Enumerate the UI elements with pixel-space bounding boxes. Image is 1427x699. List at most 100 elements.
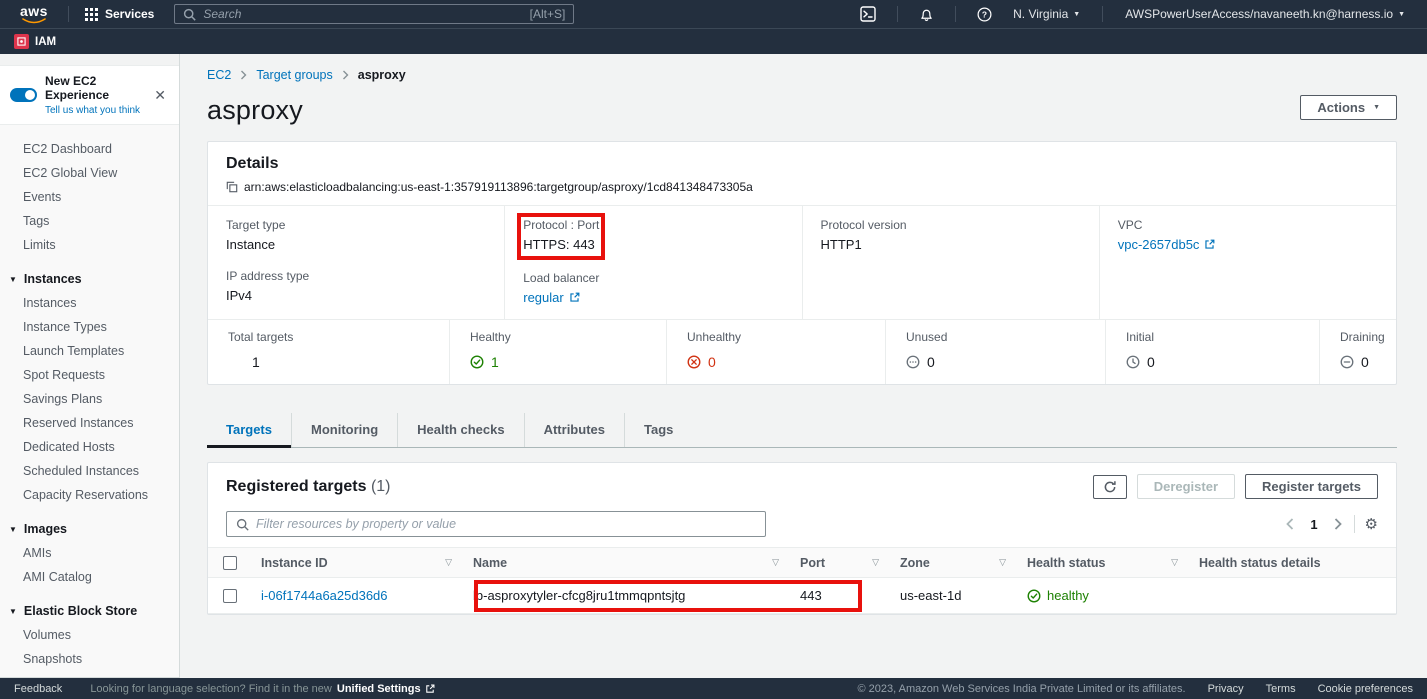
details-panel: Details arn:aws:elasticloadbalancing:us-… — [207, 141, 1397, 385]
toggle-knob — [25, 90, 35, 100]
favorite-iam-shortcut[interactable]: IAM — [14, 34, 56, 49]
sort-icon: ▽ — [999, 557, 1006, 568]
breadcrumb-separator-icon — [342, 70, 349, 80]
services-menu-button[interactable]: Services — [79, 7, 160, 21]
breadcrumb-target-groups[interactable]: Target groups — [256, 68, 332, 82]
sidebar-item-events[interactable]: Events — [0, 185, 179, 209]
sidebar-item-ami-catalog[interactable]: AMI Catalog — [0, 565, 179, 589]
next-page-button[interactable] — [1332, 516, 1344, 532]
region-label: N. Virginia — [1013, 7, 1068, 21]
chevron-left-icon — [1286, 518, 1294, 530]
sidebar-item-tags[interactable]: Tags — [0, 209, 179, 233]
field-load-balancer: Load balancer regular — [523, 271, 783, 305]
notifications-button[interactable] — [910, 7, 943, 22]
sidebar-item-savings-plans[interactable]: Savings Plans — [0, 387, 179, 411]
privacy-link[interactable]: Privacy — [1208, 683, 1244, 695]
close-icon[interactable]: ✕ — [151, 87, 169, 104]
sidebar-item-limits[interactable]: Limits — [0, 233, 179, 257]
account-menu[interactable]: AWSPowerUserAccess/navaneeth.kn@harness.… — [1115, 7, 1415, 21]
terms-link[interactable]: Terms — [1266, 683, 1296, 695]
column-header-zone[interactable]: Zone▽ — [891, 556, 1018, 570]
sidebar-section-images[interactable]: ▼ Images — [0, 517, 179, 541]
column-header-name[interactable]: Name▽ — [464, 556, 791, 570]
services-label: Services — [105, 7, 154, 21]
sidebar-section-elastic-block-store[interactable]: ▼ Elastic Block Store — [0, 599, 179, 623]
sidebar-section-instances[interactable]: ▼ Instances — [0, 267, 179, 291]
tell-us-link[interactable]: Tell us what you think — [45, 105, 140, 116]
metric-initial: Initial 0 — [1105, 320, 1319, 384]
tab-tags[interactable]: Tags — [624, 413, 692, 447]
register-targets-button[interactable]: Register targets — [1245, 474, 1378, 499]
divider — [68, 6, 69, 22]
region-selector[interactable]: N. Virginia ▼ — [1003, 7, 1090, 21]
target-name-cell: lb-asproxytyler-cfcg8jru1tmmqpntsjtg — [464, 588, 791, 603]
feedback-link[interactable]: Feedback — [14, 683, 62, 695]
tab-health-checks[interactable]: Health checks — [397, 413, 523, 447]
new-experience-toggle[interactable] — [10, 88, 37, 102]
registered-targets-title: Registered targets (1) — [226, 478, 391, 496]
breadcrumb-ec2[interactable]: EC2 — [207, 68, 231, 82]
divider — [897, 6, 898, 22]
aws-logo[interactable]: aws — [20, 4, 48, 24]
cookie-preferences-link[interactable]: Cookie preferences — [1318, 683, 1413, 695]
global-search-box[interactable]: [Alt+S] — [174, 4, 574, 24]
previous-page-button[interactable] — [1284, 516, 1296, 532]
sidebar-item-snapshots[interactable]: Snapshots — [0, 647, 179, 671]
deregister-button[interactable]: Deregister — [1137, 474, 1235, 499]
cloudshell-button[interactable] — [851, 6, 885, 22]
sidebar-item-scheduled-instances[interactable]: Scheduled Instances — [0, 459, 179, 483]
sidebar-item-ec2-dashboard[interactable]: EC2 Dashboard — [0, 137, 179, 161]
column-header-health-status[interactable]: Health status▽ — [1018, 556, 1190, 570]
sort-icon: ▽ — [872, 557, 879, 568]
table-settings-button[interactable]: ⚙ — [1365, 515, 1378, 533]
divider — [955, 6, 956, 22]
table-row: i-06f1744a6a25d36d6 lb-asproxytyler-cfcg… — [208, 578, 1396, 614]
tab-targets[interactable]: Targets — [207, 413, 291, 447]
field-protocol-version: Protocol version HTTP1 — [821, 218, 1081, 252]
sidebar-item-reserved-instances[interactable]: Reserved Instances — [0, 411, 179, 435]
bell-icon — [919, 7, 934, 22]
select-all-checkbox[interactable] — [208, 556, 252, 570]
sidebar-item-amis[interactable]: AMIs — [0, 541, 179, 565]
tab-attributes[interactable]: Attributes — [524, 413, 624, 447]
load-balancer-link[interactable]: regular — [523, 290, 579, 305]
chevron-down-icon: ▼ — [1073, 11, 1080, 18]
instance-id-link[interactable]: i-06f1744a6a25d36d6 — [261, 588, 388, 603]
tab-bar: Targets Monitoring Health checks Attribu… — [207, 413, 1397, 448]
actions-button[interactable]: Actions ▼ — [1300, 95, 1397, 120]
column-header-port[interactable]: Port▽ — [791, 556, 891, 570]
sidebar-item-instance-types[interactable]: Instance Types — [0, 315, 179, 339]
chevron-right-icon — [1334, 518, 1342, 530]
targets-filter-box[interactable] — [226, 511, 766, 537]
vpc-link[interactable]: vpc-2657db5c — [1118, 237, 1216, 252]
search-icon — [183, 8, 196, 21]
copy-arn-button[interactable] — [226, 181, 238, 193]
tab-monitoring[interactable]: Monitoring — [291, 413, 397, 447]
target-zone-cell: us-east-1d — [891, 588, 1018, 603]
field-target-type: Target type Instance — [226, 218, 486, 252]
check-circle-icon — [470, 355, 484, 369]
sidebar-item-spot-requests[interactable]: Spot Requests — [0, 363, 179, 387]
unified-settings-link[interactable]: Unified Settings — [337, 683, 435, 695]
refresh-button[interactable] — [1093, 475, 1127, 499]
sidebar-item-instances[interactable]: Instances — [0, 291, 179, 315]
targets-filter-input[interactable] — [256, 517, 756, 531]
sidebar-item-volumes[interactable]: Volumes — [0, 623, 179, 647]
breadcrumb-separator-icon — [240, 70, 247, 80]
help-button[interactable]: ? — [968, 7, 1001, 22]
sidebar-item-ec2-global-view[interactable]: EC2 Global View — [0, 161, 179, 185]
sidebar-item-launch-templates[interactable]: Launch Templates — [0, 339, 179, 363]
search-input[interactable] — [203, 7, 529, 21]
metric-healthy: Healthy 1 — [449, 320, 666, 384]
sort-icon: ▽ — [445, 557, 452, 568]
favorite-iam-label: IAM — [35, 36, 56, 48]
search-shortcut-hint: [Alt+S] — [530, 7, 566, 21]
sidebar-item-capacity-reservations[interactable]: Capacity Reservations — [0, 483, 179, 507]
column-header-instance-id[interactable]: Instance ID▽ — [252, 556, 464, 570]
page-number[interactable]: 1 — [1306, 517, 1321, 532]
row-checkbox[interactable] — [208, 589, 252, 603]
favorites-bar: IAM — [0, 28, 1427, 54]
registered-targets-count: (1) — [371, 478, 391, 495]
metric-draining: Draining 0 — [1319, 320, 1396, 384]
sidebar-item-dedicated-hosts[interactable]: Dedicated Hosts — [0, 435, 179, 459]
